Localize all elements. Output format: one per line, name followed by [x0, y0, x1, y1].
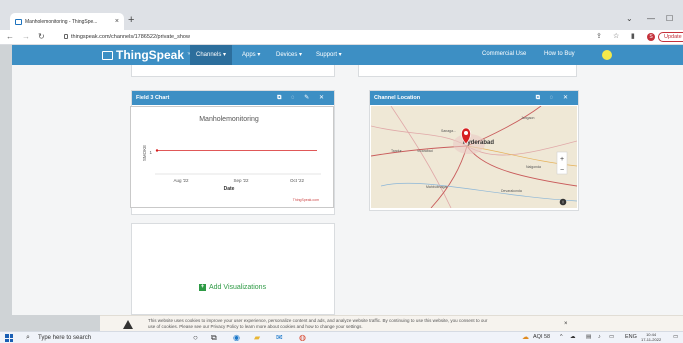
nav-commercial-use[interactable]: Commercial Use	[482, 51, 526, 65]
chart-x-tick: Aug '22	[173, 178, 189, 183]
map-label-vicarabad: Vicarabad	[417, 149, 433, 153]
warning-icon	[123, 320, 133, 329]
panel-above-left	[131, 65, 335, 77]
browser-tabbar: Manholemonitoring - ThingSpe... × + ⌄ — …	[0, 0, 683, 30]
taskbar-search-input[interactable]: Type here to search	[38, 333, 91, 343]
chart-x-tick: Sep '22	[233, 178, 249, 183]
chart-x-axis-label: Date	[224, 186, 235, 192]
volume-icon[interactable]: ♪	[598, 332, 601, 343]
map-label-nalgonda: Nalgonda	[526, 165, 541, 169]
tab-title: Manholemonitoring - ThingSpe...	[25, 18, 98, 25]
site-header: ThingSpeak™ Channels ▾ Apps ▾ Devices ▾ …	[12, 45, 683, 65]
window-collapse-icon[interactable]: ⌄	[626, 14, 633, 23]
monitor-icon	[102, 50, 113, 60]
thingspeak-logo[interactable]: ThingSpeak™	[102, 48, 192, 62]
cookie-text: This website uses cookies to improve you…	[148, 318, 578, 330]
cortana-icon[interactable]: ○	[193, 332, 198, 343]
map-label-mahbubnagar: Mahbubnagar	[426, 185, 448, 189]
file-explorer-icon[interactable]: ▰	[254, 332, 260, 343]
onedrive-icon[interactable]: ☁	[570, 332, 576, 343]
thingspeak-favicon-icon	[15, 18, 22, 25]
chart-y-tick: 1	[149, 150, 152, 155]
field3-chart: Manholemonitoring SMOKE 1 Aug '22 Sep '22…	[130, 106, 334, 208]
battery-icon[interactable]: ▭	[609, 332, 614, 343]
back-arrow-icon[interactable]: ←	[6, 32, 14, 41]
content-area	[12, 65, 683, 315]
forward-arrow-icon[interactable]: →	[22, 32, 30, 41]
location-map[interactable]: Sanaga... Jangaon Tandur Vicarabad Hyder…	[371, 106, 577, 208]
bookmark-star-icon[interactable]: ☆	[613, 32, 619, 40]
new-tab-button[interactable]: +	[128, 14, 134, 26]
nav-channels[interactable]: Channels ▾	[190, 45, 233, 65]
chart-y-axis-label: SMOKE	[142, 145, 147, 161]
reload-icon[interactable]: ↻	[38, 32, 45, 41]
sun-badge-icon[interactable]	[602, 50, 612, 60]
weather-icon[interactable]: ☁	[522, 332, 529, 343]
left-strip	[0, 45, 12, 315]
plus-icon: +	[199, 284, 206, 291]
map-label-devarakonda: Devarakonda	[501, 189, 522, 193]
map-info-glyph: i	[563, 200, 564, 205]
update-button[interactable]: Update	[658, 32, 683, 42]
cookie-close-icon[interactable]: ×	[564, 321, 568, 327]
channel-location-header: Channel Location ⧉ ◌ ✕	[370, 91, 578, 105]
map-label-tandur: Tandur	[391, 149, 403, 153]
channel-location-title: Channel Location	[374, 95, 421, 101]
screen: Manholemonitoring - ThingSpe... × + ⌄ — …	[0, 0, 683, 343]
chart-series	[155, 149, 317, 152]
clock[interactable]: 10:44 17-11-2022	[641, 332, 661, 342]
map-label-sanaga: Sanaga...	[441, 129, 456, 133]
nav-support[interactable]: Support ▾	[316, 51, 342, 65]
chart-x-tick: Oct '22	[290, 178, 305, 183]
chrome-icon[interactable]: ◍	[299, 332, 306, 343]
add-visualization-panel: + Add Visualizations	[131, 223, 335, 315]
search-icon[interactable]: ⌕	[26, 332, 30, 343]
browser-toolbar: ← → ↻ thingspeak.com/channels/1786522/pr…	[0, 30, 683, 45]
map-svg: Sanaga... Jangaon Tandur Vicarabad Hyder…	[371, 106, 577, 208]
nav-how-to-buy[interactable]: How to Buy	[544, 51, 575, 65]
add-visualizations-label: Add Visualizations	[209, 284, 267, 291]
network-icon[interactable]: ▤	[586, 332, 591, 343]
cookie-text-line2: use of cookies. Please see our Privacy P…	[148, 324, 363, 329]
field3-chart-tools-icon[interactable]: ⧉ ◌ ✎ ✕	[277, 91, 328, 105]
panel-above-right	[358, 65, 577, 77]
chart-credit[interactable]: ThingSpeak.com	[293, 198, 319, 202]
browser-tab[interactable]: Manholemonitoring - ThingSpe... ×	[10, 13, 124, 30]
edge-icon[interactable]: ◉	[233, 332, 240, 343]
map-label-jangaon: Jangaon	[521, 116, 534, 120]
channel-location-tools-icon[interactable]: ⧉ ◌ ✕	[536, 91, 572, 105]
brand-name: ThingSpeak	[116, 48, 185, 62]
aqi-indicator[interactable]: AQI 58	[533, 332, 550, 343]
nav-devices[interactable]: Devices ▾	[276, 51, 302, 65]
field3-chart-title: Field 3 Chart	[136, 95, 170, 101]
add-visualizations-button[interactable]: + Add Visualizations	[199, 284, 266, 291]
share-icon[interactable]: ⇪	[596, 32, 602, 40]
window-maximize-icon[interactable]: ☐	[666, 14, 673, 23]
zoom-in-button[interactable]: +	[560, 156, 564, 163]
chart-title: Manholemonitoring	[199, 116, 259, 123]
chart-x-ticks: Aug '22 Sep '22 Oct '22	[173, 178, 304, 183]
language-indicator[interactable]: ENG	[625, 332, 637, 343]
lock-icon	[64, 34, 68, 40]
notifications-icon[interactable]: ▭	[673, 332, 678, 343]
tab-close-icon[interactable]: ×	[115, 18, 119, 25]
cookie-banner: This website uses cookies to improve you…	[100, 315, 683, 331]
url-text: thingspeak.com/channels/1786522/private_…	[71, 34, 190, 40]
zoom-control: + −	[556, 151, 568, 175]
address-bar[interactable]: thingspeak.com/channels/1786522/private_…	[64, 32, 190, 43]
field3-chart-header: Field 3 Chart ⧉ ◌ ✎ ✕	[132, 91, 334, 105]
zoom-out-button[interactable]: −	[560, 167, 564, 174]
chart-point[interactable]	[155, 149, 159, 152]
clock-date: 17-11-2022	[641, 337, 662, 342]
tray-chevron-icon[interactable]: ^	[560, 332, 563, 343]
mail-icon[interactable]: ✉	[276, 332, 283, 343]
field3-chart-svg: Manholemonitoring SMOKE 1 Aug '22 Sep '22…	[142, 116, 321, 202]
profile-avatar[interactable]: S	[647, 33, 655, 41]
window-minimize-icon[interactable]: —	[647, 14, 655, 23]
sidebar-icon[interactable]: ▮	[631, 32, 635, 40]
task-view-icon[interactable]: ⧉	[211, 332, 217, 343]
windows-start-icon[interactable]	[5, 334, 13, 342]
nav-apps[interactable]: Apps ▾	[242, 51, 260, 65]
windows-taskbar: ⌕ Type here to search ○ ⧉ ◉ ▰ ✉ ◍ ☁ AQI …	[0, 331, 683, 343]
